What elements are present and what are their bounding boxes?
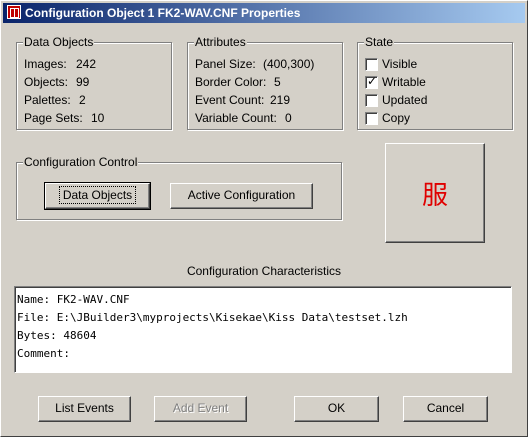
ok-button[interactable]: OK (294, 396, 379, 422)
configuration-control-group-label: Configuration Control (23, 155, 139, 169)
writable-checkbox-label: Writable (382, 75, 426, 89)
state-group: State (357, 35, 513, 130)
variable-count-label: Variable Count: (195, 111, 277, 125)
attributes-group-label: Attributes (194, 35, 247, 49)
app-icon[interactable] (7, 5, 21, 19)
list-events-button-label: List Events (55, 401, 114, 415)
characteristics-textarea[interactable]: Name: FK2-WAV.CNF File: E:\JBuilder3\myp… (14, 286, 512, 373)
check-icon: ✓ (367, 74, 378, 88)
characteristics-name-line: Name: FK2-WAV.CNF (17, 293, 130, 306)
variable-count-value: 0 (285, 111, 292, 125)
images-value: 242 (76, 57, 97, 71)
data-objects-button-label: Data Objects (58, 186, 137, 204)
page-sets-label: Page Sets: (24, 111, 83, 125)
state-group-label: State (364, 35, 395, 49)
characteristics-comment-line: Comment: (17, 347, 70, 360)
add-event-button-label: Add Event (172, 401, 229, 415)
cancel-button[interactable]: Cancel (403, 396, 488, 422)
images-label: Images: (24, 57, 67, 71)
event-count-value: 219 (270, 93, 291, 107)
ok-button-label: OK (327, 401, 346, 415)
copy-checkbox-label: Copy (382, 111, 411, 125)
characteristics-file-line: File: E:\JBuilder3\myprojects\Kisekae\Ki… (17, 311, 408, 324)
cancel-button-label: Cancel (426, 401, 465, 415)
panel-size-label: Panel Size: (195, 57, 256, 71)
add-event-button[interactable]: Add Event (154, 396, 247, 422)
writable-checkbox[interactable]: ✓ (365, 74, 378, 89)
data-objects-group-label: Data Objects (23, 35, 95, 49)
palettes-value: 2 (79, 93, 86, 107)
border-color-label: Border Color: (195, 75, 267, 89)
palettes-label: Palettes: (24, 93, 71, 107)
list-events-button[interactable]: List Events (38, 396, 131, 422)
visible-checkbox-label: Visible (382, 57, 418, 71)
updated-checkbox-label: Updated (382, 93, 428, 107)
updated-checkbox[interactable] (365, 94, 378, 107)
visible-checkbox[interactable] (365, 58, 378, 71)
data-objects-button[interactable]: Data Objects (44, 182, 151, 210)
characteristics-heading: Configuration Characteristics (186, 264, 342, 278)
copy-checkbox[interactable] (365, 112, 378, 125)
objects-label: Objects: (24, 75, 69, 89)
border-color-value: 5 (274, 75, 281, 89)
page-sets-value: 10 (91, 111, 105, 125)
characteristics-bytes-line: Bytes: 48604 (17, 329, 97, 342)
event-count-label: Event Count: (195, 93, 265, 107)
preview-button[interactable]: 服 (385, 143, 485, 243)
title-bar[interactable]: Configuration Object 1 FK2-WAV.CNF Prope… (3, 3, 525, 23)
objects-value: 99 (76, 75, 90, 89)
panel-size-value: (400,300) (263, 57, 315, 71)
preview-glyph: 服 (421, 180, 448, 211)
window-title: Configuration Object 1 FK2-WAV.CNF Prope… (25, 6, 301, 20)
active-configuration-button-label: Active Configuration (187, 188, 296, 202)
active-configuration-button[interactable]: Active Configuration (170, 183, 313, 209)
